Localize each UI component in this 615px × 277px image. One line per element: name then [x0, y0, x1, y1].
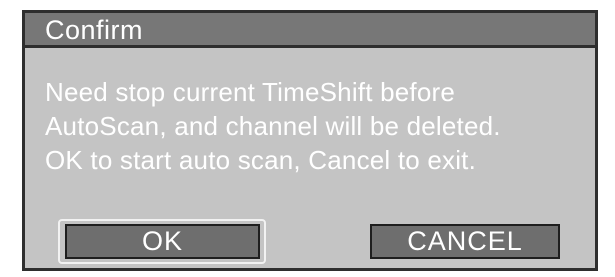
- message-line-2: AutoScan, and channel will be deleted.: [45, 111, 501, 141]
- message-line-3: OK to start auto scan, Cancel to exit.: [45, 145, 477, 175]
- dialog-titlebar: Confirm: [25, 13, 595, 48]
- ok-button[interactable]: OK: [65, 224, 260, 259]
- cancel-button[interactable]: CANCEL: [370, 224, 560, 259]
- dialog-message: Need stop current TimeShift before AutoS…: [45, 75, 595, 177]
- message-line-1: Need stop current TimeShift before: [45, 77, 456, 107]
- confirm-dialog: Confirm Need stop current TimeShift befo…: [22, 10, 598, 271]
- dialog-title: Confirm: [45, 15, 144, 45]
